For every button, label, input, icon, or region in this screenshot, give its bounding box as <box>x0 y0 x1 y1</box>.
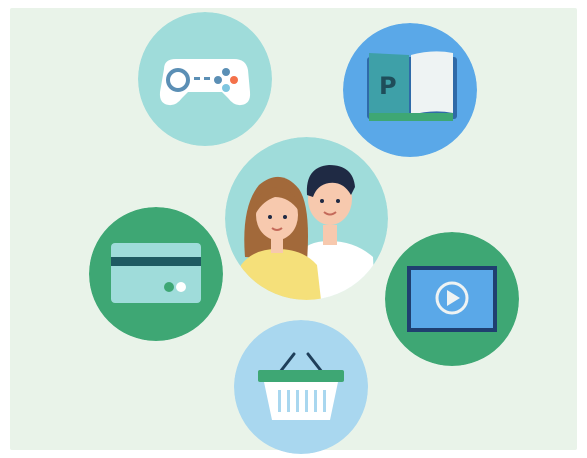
credit-card-circle <box>89 207 223 341</box>
gamepad-icon <box>138 12 272 146</box>
video-player-circle <box>385 232 519 366</box>
gamepad-circle <box>138 12 272 146</box>
shopping-basket-icon <box>234 320 368 454</box>
book-icon: P <box>343 23 477 157</box>
couple-avatar <box>225 137 388 300</box>
book-circle: P <box>343 23 477 157</box>
couple-circle <box>225 137 388 300</box>
book-cover-letter: P <box>379 72 397 100</box>
credit-card-icon <box>89 207 223 341</box>
illustration-canvas: P <box>0 0 587 458</box>
video-player-icon <box>385 232 519 366</box>
shopping-basket-circle <box>234 320 368 454</box>
